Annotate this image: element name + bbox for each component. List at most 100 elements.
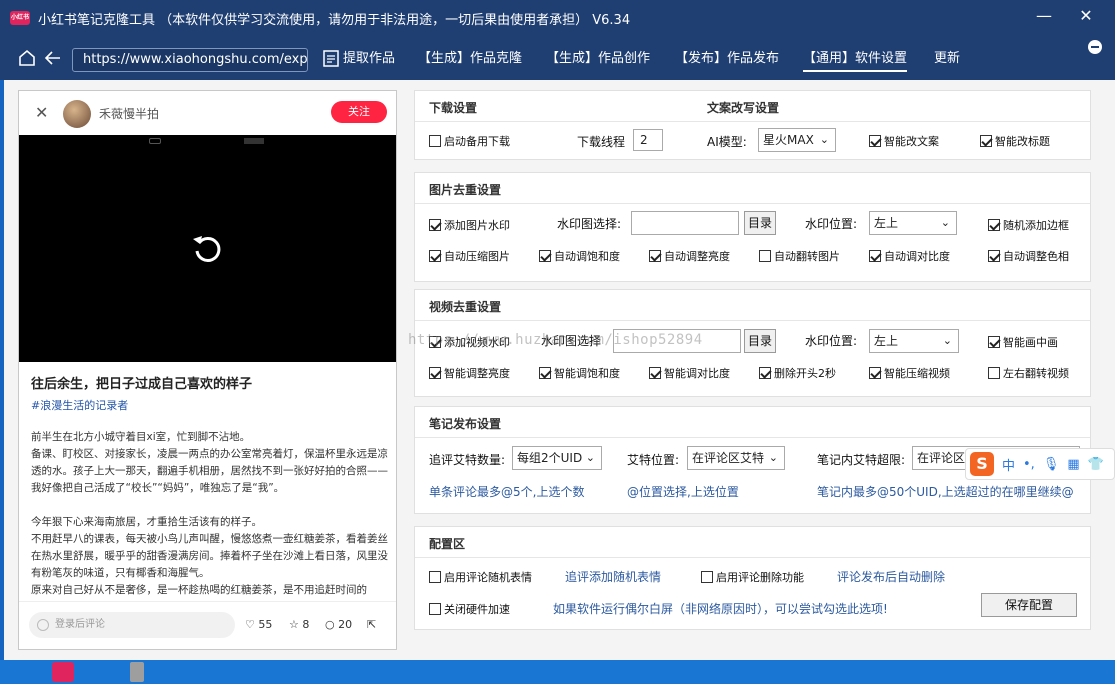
image-dir-button[interactable]: 目录 (744, 211, 776, 235)
checkbox-box[interactable] (429, 135, 441, 147)
checkbox-box[interactable] (701, 571, 713, 583)
delete-enable-checkbox[interactable]: 启用评论删除功能 (701, 569, 804, 585)
minimize-button[interactable]: — (1024, 4, 1064, 28)
smart-copy-checkbox[interactable]: 智能改文案 (869, 133, 939, 149)
smart-title-checkbox[interactable]: 智能改标题 (980, 133, 1050, 149)
post-tag[interactable]: #浪漫生活的记录者 (31, 397, 128, 413)
checkbox-box[interactable] (988, 336, 1000, 348)
checkbox-box[interactable] (649, 250, 661, 262)
image-title: 图片去重设置 (429, 183, 502, 197)
image-pos-select[interactable]: 左上 ⌄ (869, 211, 957, 235)
checkbox-box[interactable] (759, 250, 771, 262)
tab-settings[interactable]: 【通用】软件设置 (803, 48, 908, 72)
random-emoji-link[interactable]: 追评添加随机表情 (565, 568, 661, 585)
ai-model-select[interactable]: 星火MAX ⌄ (758, 128, 836, 152)
checkbox-box[interactable] (539, 367, 551, 379)
tab-publish[interactable]: 【发布】作品发布 (675, 48, 779, 70)
thread-input[interactable]: 2 (633, 129, 663, 151)
ime-toolbar[interactable]: S 中 •, 🎙 ▦ 👕 (965, 448, 1115, 480)
like-count[interactable]: ♡ 55 (245, 618, 272, 631)
avatar[interactable] (63, 100, 91, 128)
disable-hw-checkbox[interactable]: 关闭硬件加速 (429, 601, 510, 617)
post-paragraph: 前半生在北方小城守着目xi室，忙到脚不沾地。 (31, 431, 251, 443)
checkbox-box[interactable] (988, 219, 1000, 231)
close-button[interactable]: ✕ (1066, 4, 1106, 28)
random-border-checkbox[interactable]: 随机添加边框 (988, 217, 1069, 233)
image-watermark-select-label: 水印图选择: (557, 217, 622, 231)
tab-update[interactable]: 更新 (934, 48, 960, 70)
comment-count[interactable]: ○ 20 (325, 618, 352, 631)
keyboard-icon[interactable]: ▦ (1067, 457, 1079, 472)
divider (415, 203, 1090, 204)
star-icon: ☆ (289, 618, 299, 631)
share-icon[interactable]: ⇱ (367, 618, 376, 631)
save-config-button[interactable]: 保存配置 (981, 593, 1077, 617)
checkbox-box[interactable] (429, 571, 441, 583)
comment-input[interactable]: 登录后评论 (29, 612, 235, 638)
ime-chinese-toggle[interactable]: 中 (1002, 455, 1015, 474)
file-taskbar-icon[interactable] (130, 662, 144, 682)
close-icon[interactable]: ✕ (35, 103, 48, 122)
checkbox-box[interactable] (988, 367, 1000, 379)
app-taskbar-icon[interactable] (52, 662, 74, 682)
video-option-trim[interactable]: 删除开头2秒 (759, 365, 836, 381)
video-option-compress[interactable]: 智能压缩视频 (869, 365, 950, 381)
checkbox-box[interactable] (869, 367, 881, 379)
delete-link[interactable]: 评论发布后自动删除 (837, 568, 945, 585)
image-watermark-checkbox[interactable]: 添加图片水印 (429, 217, 510, 233)
image-option-brightness[interactable]: 自动调整亮度 (649, 248, 730, 264)
reply-count-select[interactable]: 每组2个UID ⌄ (512, 446, 602, 470)
image-option-flip[interactable]: 自动翻转图片 (759, 248, 840, 264)
checkbox-box[interactable] (649, 367, 661, 379)
microphone-icon[interactable]: 🎙 (1043, 457, 1060, 472)
download-rewrite-section: 下载设置 文案改写设置 启动备用下载 下载线程 2 AI模型: 星火MAX ⌄ 智… (414, 90, 1091, 160)
tab-clone[interactable]: 【生成】作品克隆 (418, 48, 522, 70)
publish-title: 笔记发布设置 (429, 417, 502, 431)
home-icon[interactable] (16, 48, 38, 72)
checkbox-box[interactable] (759, 367, 771, 379)
skin-icon[interactable]: 👕 (1088, 457, 1104, 472)
image-option-hue[interactable]: 自动调整色相 (988, 248, 1069, 264)
post-paragraph: 备课、盯校区、对接家长，凌晨一两点的办公室常亮着灯，保温杯里永远是凉透的水。孩子… (31, 448, 388, 494)
random-emoji-checkbox[interactable]: 启用评论随机表情 (429, 569, 532, 585)
checkbox-box[interactable] (429, 603, 441, 615)
config-section: 配置区 启用评论随机表情 追评添加随机表情 启用评论删除功能 评论发布后自动删除… (414, 526, 1091, 630)
checkbox-box[interactable] (429, 219, 441, 231)
tab-extract[interactable]: 提取作品 (343, 48, 395, 70)
ai-model-label: AI模型: (707, 135, 747, 149)
watermark-text: https://www.huzhan.com/ishop52894 (408, 332, 703, 348)
checkbox-box[interactable] (869, 135, 881, 147)
pip-checkbox[interactable]: 智能画中画 (988, 334, 1058, 350)
checkbox-box[interactable] (988, 250, 1000, 262)
author-name[interactable]: 禾薇慢半拍 (99, 105, 159, 122)
video-player[interactable] (19, 135, 396, 362)
replay-icon[interactable] (189, 231, 225, 267)
follow-button[interactable]: 关注 (331, 101, 387, 123)
star-count[interactable]: ☆ 8 (289, 618, 309, 631)
checkbox-box[interactable] (429, 367, 441, 379)
tab-create[interactable]: 【生成】作品创作 (546, 48, 650, 70)
backup-download-checkbox[interactable]: 启动备用下载 (429, 133, 510, 149)
video-pos-select[interactable]: 左上 ⌄ (869, 329, 959, 353)
url-input[interactable]: https://www.xiaohongshu.com/explor (72, 48, 308, 72)
ime-punct-toggle[interactable]: •, (1023, 457, 1035, 472)
video-dir-button[interactable]: 目录 (744, 329, 776, 353)
clipboard-icon (320, 48, 342, 72)
chevron-down-icon: ⌄ (819, 133, 829, 146)
window-title: 小红书笔记克隆工具 （本软件仅供学习交流使用，请勿用于非法用途，一切后果由使用者… (38, 12, 631, 28)
checkbox-box[interactable] (980, 135, 992, 147)
video-option-brightness[interactable]: 智能调整亮度 (429, 365, 510, 381)
video-option-contrast[interactable]: 智能调对比度 (649, 365, 730, 381)
image-option-saturation[interactable]: 自动调饱和度 (539, 248, 620, 264)
image-watermark-input[interactable] (631, 211, 739, 235)
checkbox-box[interactable] (539, 250, 551, 262)
back-arrow-icon[interactable] (42, 48, 64, 72)
image-option-contrast[interactable]: 自动调对比度 (869, 248, 950, 264)
collapse-icon[interactable] (1088, 40, 1102, 54)
image-option-compress[interactable]: 自动压缩图片 (429, 248, 510, 264)
checkbox-box[interactable] (429, 250, 441, 262)
video-option-saturation[interactable]: 智能调饱和度 (539, 365, 620, 381)
checkbox-box[interactable] (869, 250, 881, 262)
at-pos-select[interactable]: 在评论区艾特 ⌄ (687, 446, 785, 470)
video-option-flip[interactable]: 左右翻转视频 (988, 365, 1069, 381)
